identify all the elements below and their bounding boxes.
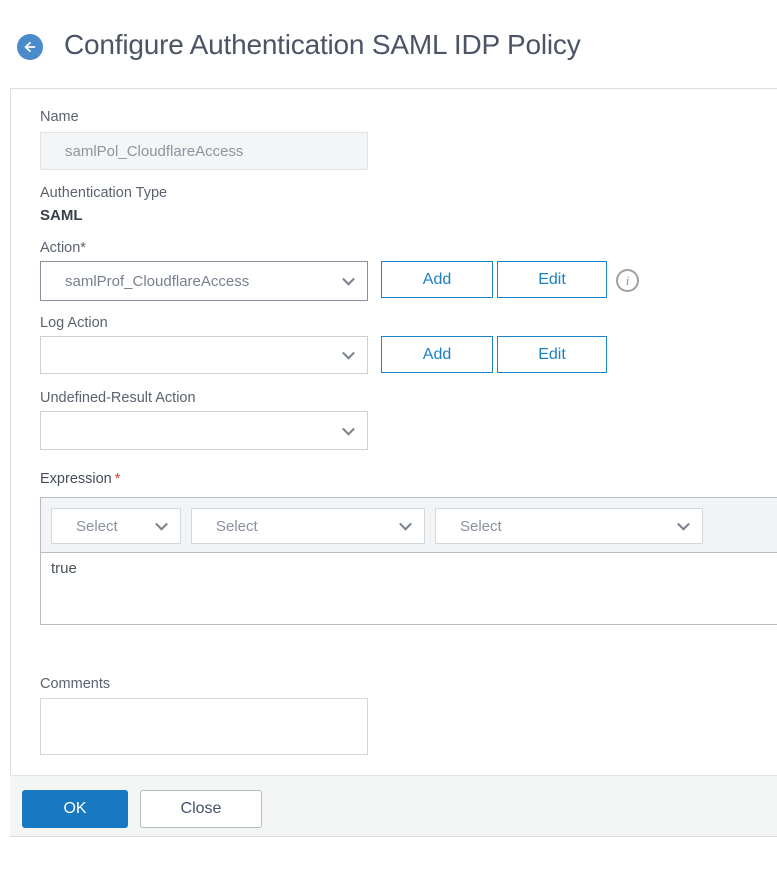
action-select[interactable]: samlProf_CloudflareAccess — [40, 261, 368, 301]
log-action-add-button[interactable]: Add — [381, 336, 493, 373]
required-asterisk: * — [114, 471, 121, 487]
chevron-down-icon — [155, 517, 168, 531]
expression-select-3[interactable]: Select — [435, 508, 703, 544]
expression-select-1[interactable]: Select — [51, 508, 181, 544]
select-placeholder: Select — [76, 517, 118, 535]
name-input[interactable]: samlPol_CloudflareAccess — [40, 132, 368, 170]
expression-select-2[interactable]: Select — [191, 508, 425, 544]
chevron-down-icon — [342, 422, 355, 436]
log-action-label: Log Action — [40, 315, 108, 331]
comments-label: Comments — [40, 676, 111, 692]
action-edit-button[interactable]: Edit — [497, 261, 607, 298]
close-button[interactable]: Close — [140, 790, 262, 828]
footer-bar: OK Close — [10, 775, 777, 837]
expression-label-text: Expression — [40, 471, 112, 487]
action-add-button[interactable]: Add — [381, 261, 493, 298]
page-title: Configure Authentication SAML IDP Policy — [64, 29, 581, 60]
back-arrow-icon — [21, 38, 39, 56]
chevron-down-icon — [399, 517, 412, 531]
name-label: Name — [40, 109, 79, 125]
undefined-result-action-label: Undefined-Result Action — [40, 390, 196, 406]
expression-toolbar: Select Select Select — [41, 498, 777, 553]
log-action-edit-button[interactable]: Edit — [497, 336, 607, 373]
chevron-down-icon — [342, 346, 355, 360]
comments-textarea[interactable] — [40, 698, 368, 755]
expression-textarea[interactable]: true — [41, 553, 777, 624]
expression-label: Expression * — [40, 471, 120, 487]
undefined-result-action-select[interactable] — [40, 411, 368, 450]
expression-editor: Select Select Select true — [40, 497, 777, 625]
authentication-type-label: Authentication Type — [40, 185, 168, 201]
select-placeholder: Select — [216, 517, 258, 535]
info-icon[interactable]: i — [616, 269, 639, 292]
action-label: Action* — [40, 240, 86, 256]
select-placeholder: Select — [460, 517, 502, 535]
back-button[interactable] — [17, 34, 43, 60]
chevron-down-icon — [342, 272, 355, 286]
chevron-down-icon — [677, 517, 690, 531]
authentication-type-value: SAML — [40, 207, 83, 224]
log-action-select[interactable] — [40, 336, 368, 374]
action-selected-value: samlProf_CloudflareAccess — [65, 272, 250, 290]
name-value: samlPol_CloudflareAccess — [65, 142, 244, 160]
configure-saml-idp-policy-screen: Configure Authentication SAML IDP Policy… — [0, 0, 777, 877]
ok-button[interactable]: OK — [22, 790, 128, 828]
